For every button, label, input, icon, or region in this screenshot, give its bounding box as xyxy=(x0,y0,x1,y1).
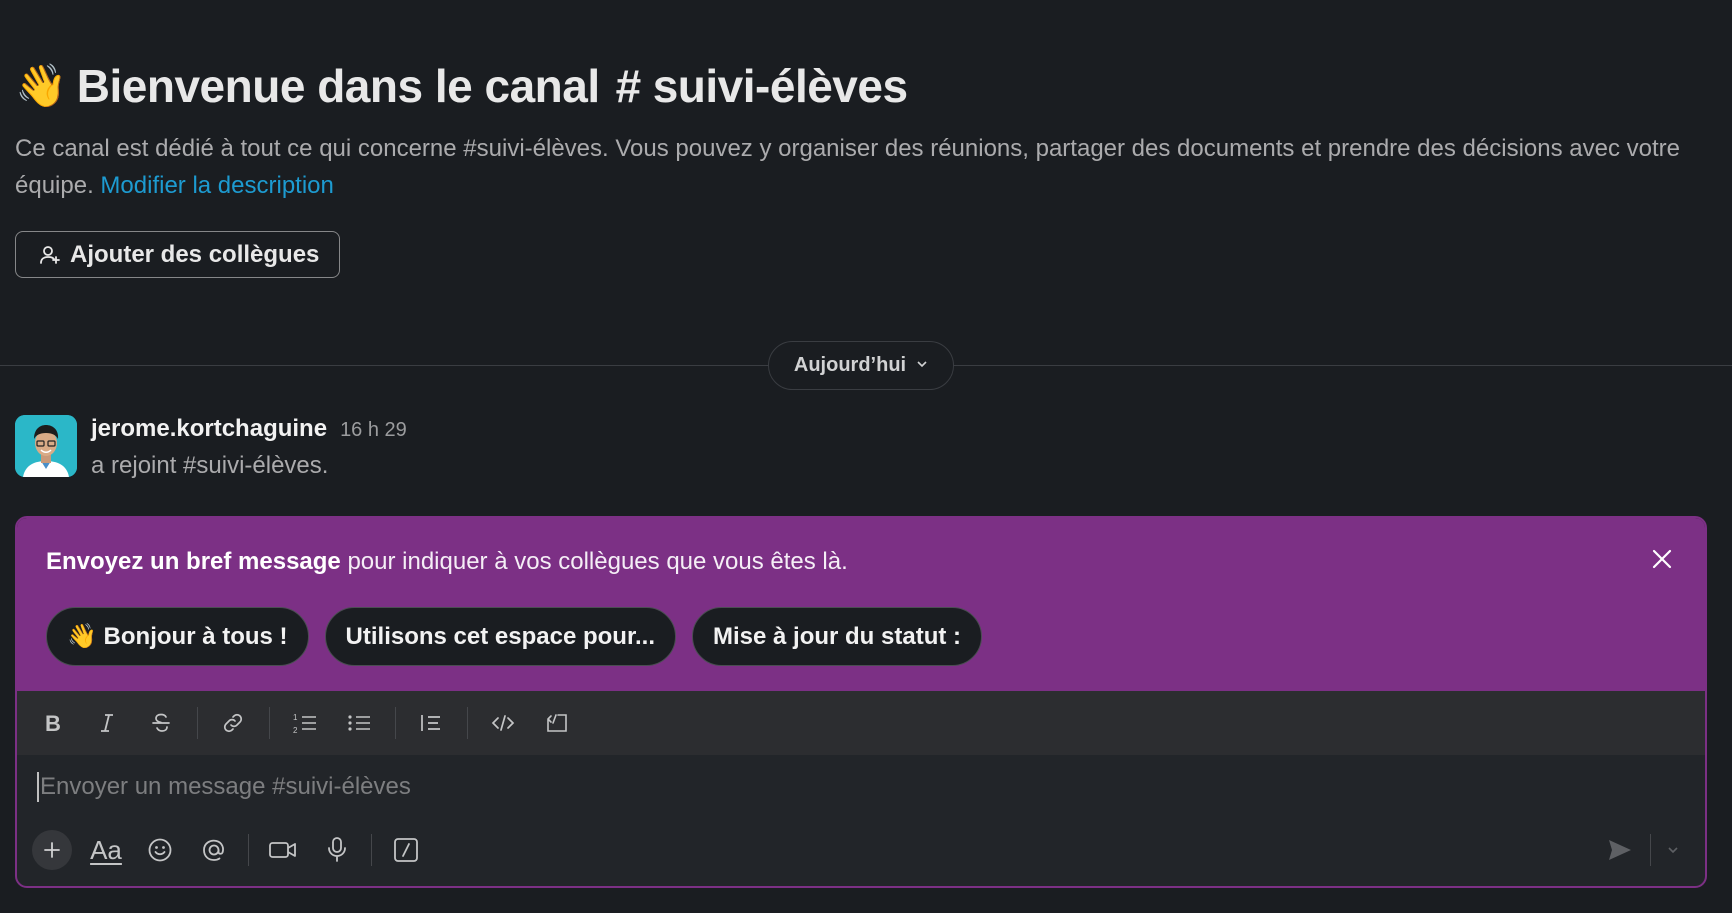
banner-text: Envoyez un bref message pour indiquer à … xyxy=(46,548,848,576)
message-author[interactable]: jerome.kortchaguine xyxy=(91,415,327,443)
strikethrough-button[interactable] xyxy=(143,705,179,741)
formatting-toolbar: B 12 xyxy=(17,691,1705,755)
italic-button[interactable] xyxy=(89,705,125,741)
message-input-placeholder: Envoyer un message #suivi-élèves xyxy=(40,773,411,800)
message-timestamp[interactable]: 16 h 29 xyxy=(340,419,407,442)
toolbar-separator xyxy=(467,707,468,739)
suggestion-chips: 👋 Bonjour à tous ! Utilisons cet espace … xyxy=(46,607,982,666)
link-button[interactable] xyxy=(215,705,251,741)
intro-description: Ce canal est dédié à tout ce qui concern… xyxy=(15,130,1705,204)
microphone-button[interactable] xyxy=(317,830,357,870)
mention-button[interactable] xyxy=(194,830,234,870)
bullet-list-icon xyxy=(348,715,370,731)
close-icon xyxy=(1652,549,1672,569)
toolbar-separator xyxy=(197,707,198,739)
text-format-icon: Aa xyxy=(90,834,122,865)
add-colleagues-label: Ajouter des collègues xyxy=(70,240,320,268)
attach-button[interactable] xyxy=(32,830,72,870)
code-block-icon xyxy=(547,714,567,732)
message-header: jerome.kortchaguine 16 h 29 xyxy=(91,415,407,445)
blockquote-button[interactable] xyxy=(413,705,449,741)
composer-actions: Aa xyxy=(32,830,440,870)
banner-rest-text: pour indiquer à vos collègues que vous ê… xyxy=(340,548,848,575)
chevron-down-icon xyxy=(1668,847,1678,854)
blockquote-icon xyxy=(421,715,440,731)
slash-command-icon xyxy=(394,838,418,862)
bullet-list-button[interactable] xyxy=(341,705,377,741)
message-composer: Envoyez un bref message pour indiquer à … xyxy=(15,516,1707,888)
banner-bold-text: Envoyez un bref message xyxy=(46,548,341,575)
close-banner-button[interactable] xyxy=(1647,544,1677,574)
chip-status-update[interactable]: Mise à jour du statut : xyxy=(691,607,982,666)
italic-icon xyxy=(101,714,113,732)
video-button[interactable] xyxy=(263,830,303,870)
intro-channel-name: suivi-élèves xyxy=(652,60,908,112)
svg-text:B: B xyxy=(45,711,61,735)
slash-command-button[interactable] xyxy=(386,830,426,870)
add-user-icon xyxy=(40,245,60,264)
chip-use-space[interactable]: Utilisons cet espace pour... xyxy=(324,607,676,666)
toolbar-separator xyxy=(269,707,270,739)
user-photo-icon xyxy=(15,415,77,477)
chevron-down-icon xyxy=(916,358,928,373)
strikethrough-icon xyxy=(152,713,170,732)
ordered-list-button[interactable]: 12 xyxy=(287,705,323,741)
emoji-icon xyxy=(148,838,172,862)
schedule-send-button[interactable] xyxy=(1661,830,1685,870)
bold-button[interactable]: B xyxy=(35,705,71,741)
svg-text:2: 2 xyxy=(293,726,298,735)
actions-separator xyxy=(248,834,249,866)
avatar[interactable] xyxy=(15,415,77,477)
send-separator xyxy=(1650,834,1651,866)
message-input[interactable]: Envoyer un message #suivi-élèves xyxy=(37,772,411,802)
video-icon xyxy=(269,842,296,858)
code-icon xyxy=(491,715,515,731)
channel-view: 👋 Bienvenue dans le canal # suivi-élèves… xyxy=(0,0,1732,913)
hash-icon: # xyxy=(615,60,642,112)
send-button[interactable] xyxy=(1600,830,1640,870)
code-block-button[interactable] xyxy=(539,705,575,741)
day-divider-label: Aujourd’hui xyxy=(793,354,907,376)
mention-icon xyxy=(203,839,224,861)
day-divider-button[interactable]: Aujourd’hui xyxy=(768,341,954,390)
greeting-banner: Envoyez un bref message pour indiquer à … xyxy=(17,518,1705,691)
plus-icon xyxy=(44,842,60,858)
wave-emoji-icon: 👋 xyxy=(15,61,67,109)
ordered-list-icon: 12 xyxy=(293,713,316,735)
link-icon xyxy=(223,713,243,733)
send-controls xyxy=(1600,830,1685,870)
svg-text:1: 1 xyxy=(293,713,298,722)
code-button[interactable] xyxy=(485,705,521,741)
message-body: jerome.kortchaguine 16 h 29 a rejoint #s… xyxy=(91,415,407,480)
add-colleagues-button[interactable]: Ajouter des collègues xyxy=(15,231,341,278)
send-icon xyxy=(1609,840,1631,860)
actions-separator xyxy=(371,834,372,866)
text-format-button[interactable]: Aa xyxy=(86,830,126,870)
channel-intro: 👋 Bienvenue dans le canal # suivi-élèves… xyxy=(15,56,1715,204)
chip-hello[interactable]: 👋 Bonjour à tous ! xyxy=(46,607,309,666)
bold-icon: B xyxy=(45,711,61,735)
intro-title-prefix: Bienvenue dans le canal xyxy=(76,60,600,112)
microphone-icon xyxy=(328,837,346,862)
message-item: jerome.kortchaguine 16 h 29 a rejoint #s… xyxy=(15,415,407,480)
intro-title: 👋 Bienvenue dans le canal # suivi-élèves xyxy=(15,56,1715,116)
toolbar-separator xyxy=(395,707,396,739)
edit-description-link[interactable]: Modifier la description xyxy=(100,172,333,199)
emoji-button[interactable] xyxy=(140,830,180,870)
message-text: a rejoint #suivi-élèves. xyxy=(91,452,329,479)
